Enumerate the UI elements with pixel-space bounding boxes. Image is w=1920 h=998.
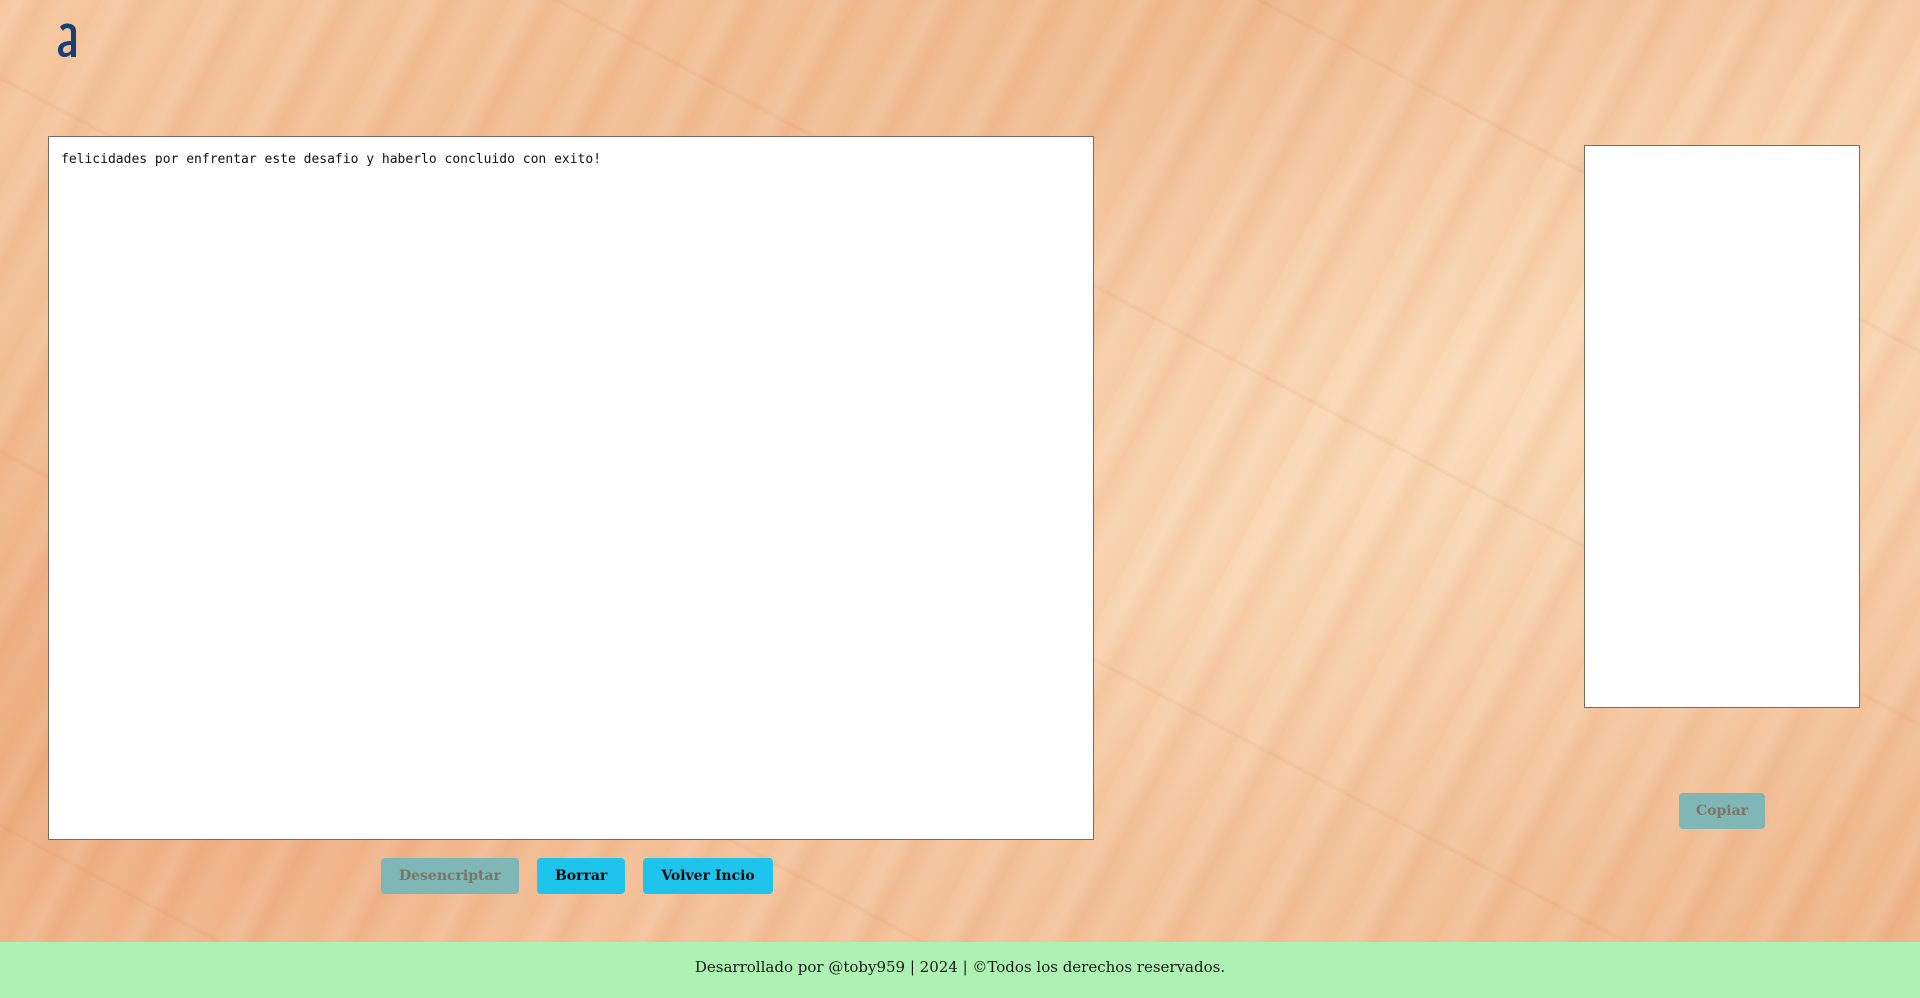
logo-icon — [55, 20, 81, 60]
footer-credits: Desarrollado por @toby959 | 2024 | ©Todo… — [694, 958, 1226, 976]
clear-button[interactable]: Borrar — [536, 858, 626, 894]
footer: Desarrollado por @toby959 | 2024 | ©Todo… — [0, 942, 1920, 998]
action-button-row: Desencriptar Borrar Volver Incio — [381, 858, 773, 894]
decrypt-button[interactable]: Desencriptar — [381, 858, 519, 894]
output-text-area[interactable] — [1584, 145, 1860, 708]
back-home-button[interactable]: Volver Incio — [643, 858, 773, 894]
input-text-area-container: felicidades por enfrentar este desafio y… — [48, 136, 1094, 840]
copy-button[interactable]: Copiar — [1679, 793, 1765, 829]
input-text-area[interactable]: felicidades por enfrentar este desafio y… — [49, 137, 1093, 839]
